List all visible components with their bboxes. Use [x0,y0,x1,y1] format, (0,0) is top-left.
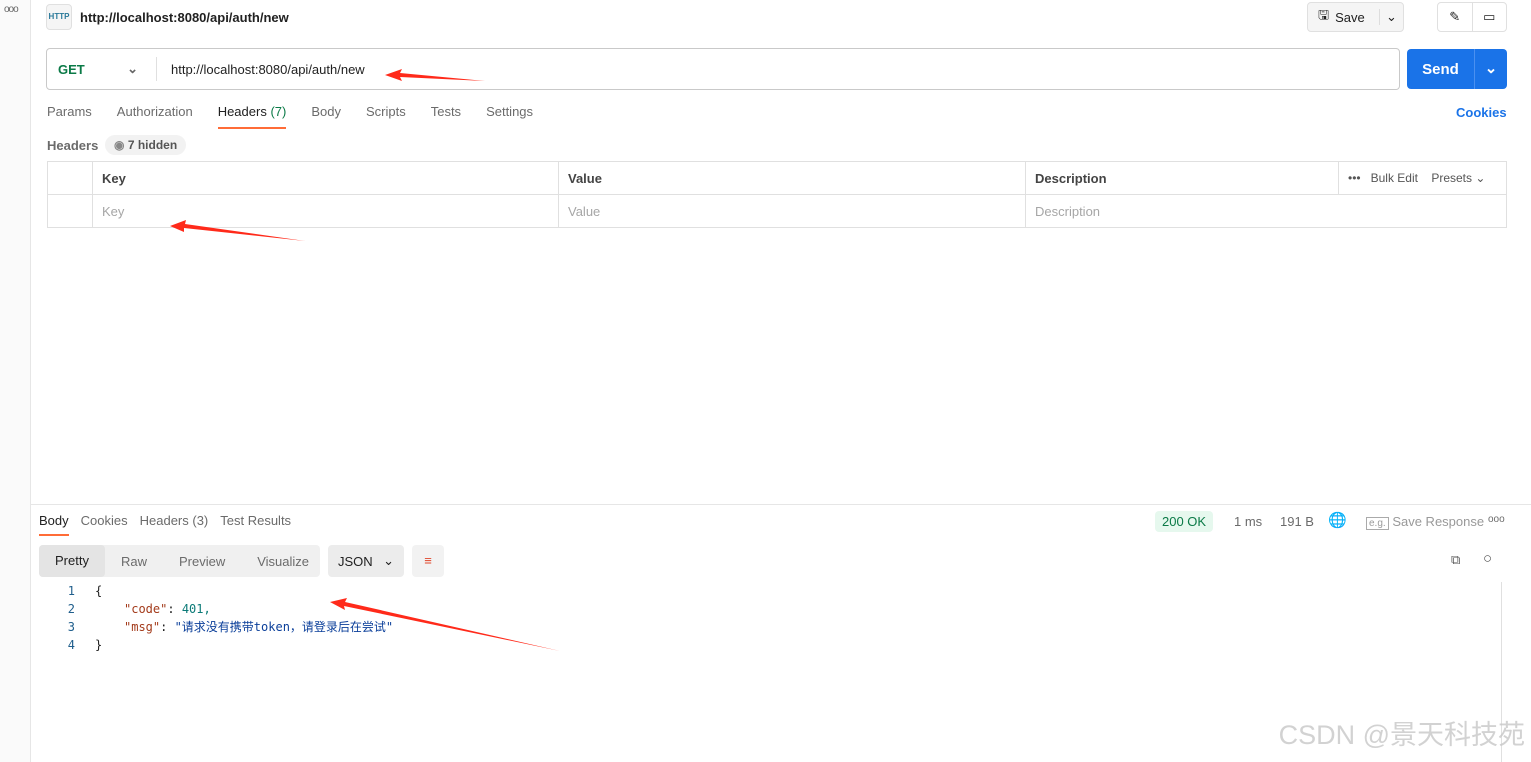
annotation-arrow [330,598,560,651]
annotation-arrow [385,69,485,81]
watermark: CSDN @景天科技苑 [1278,720,1525,750]
annotation-arrow [170,220,305,241]
annotation-arrows [170,69,560,651]
